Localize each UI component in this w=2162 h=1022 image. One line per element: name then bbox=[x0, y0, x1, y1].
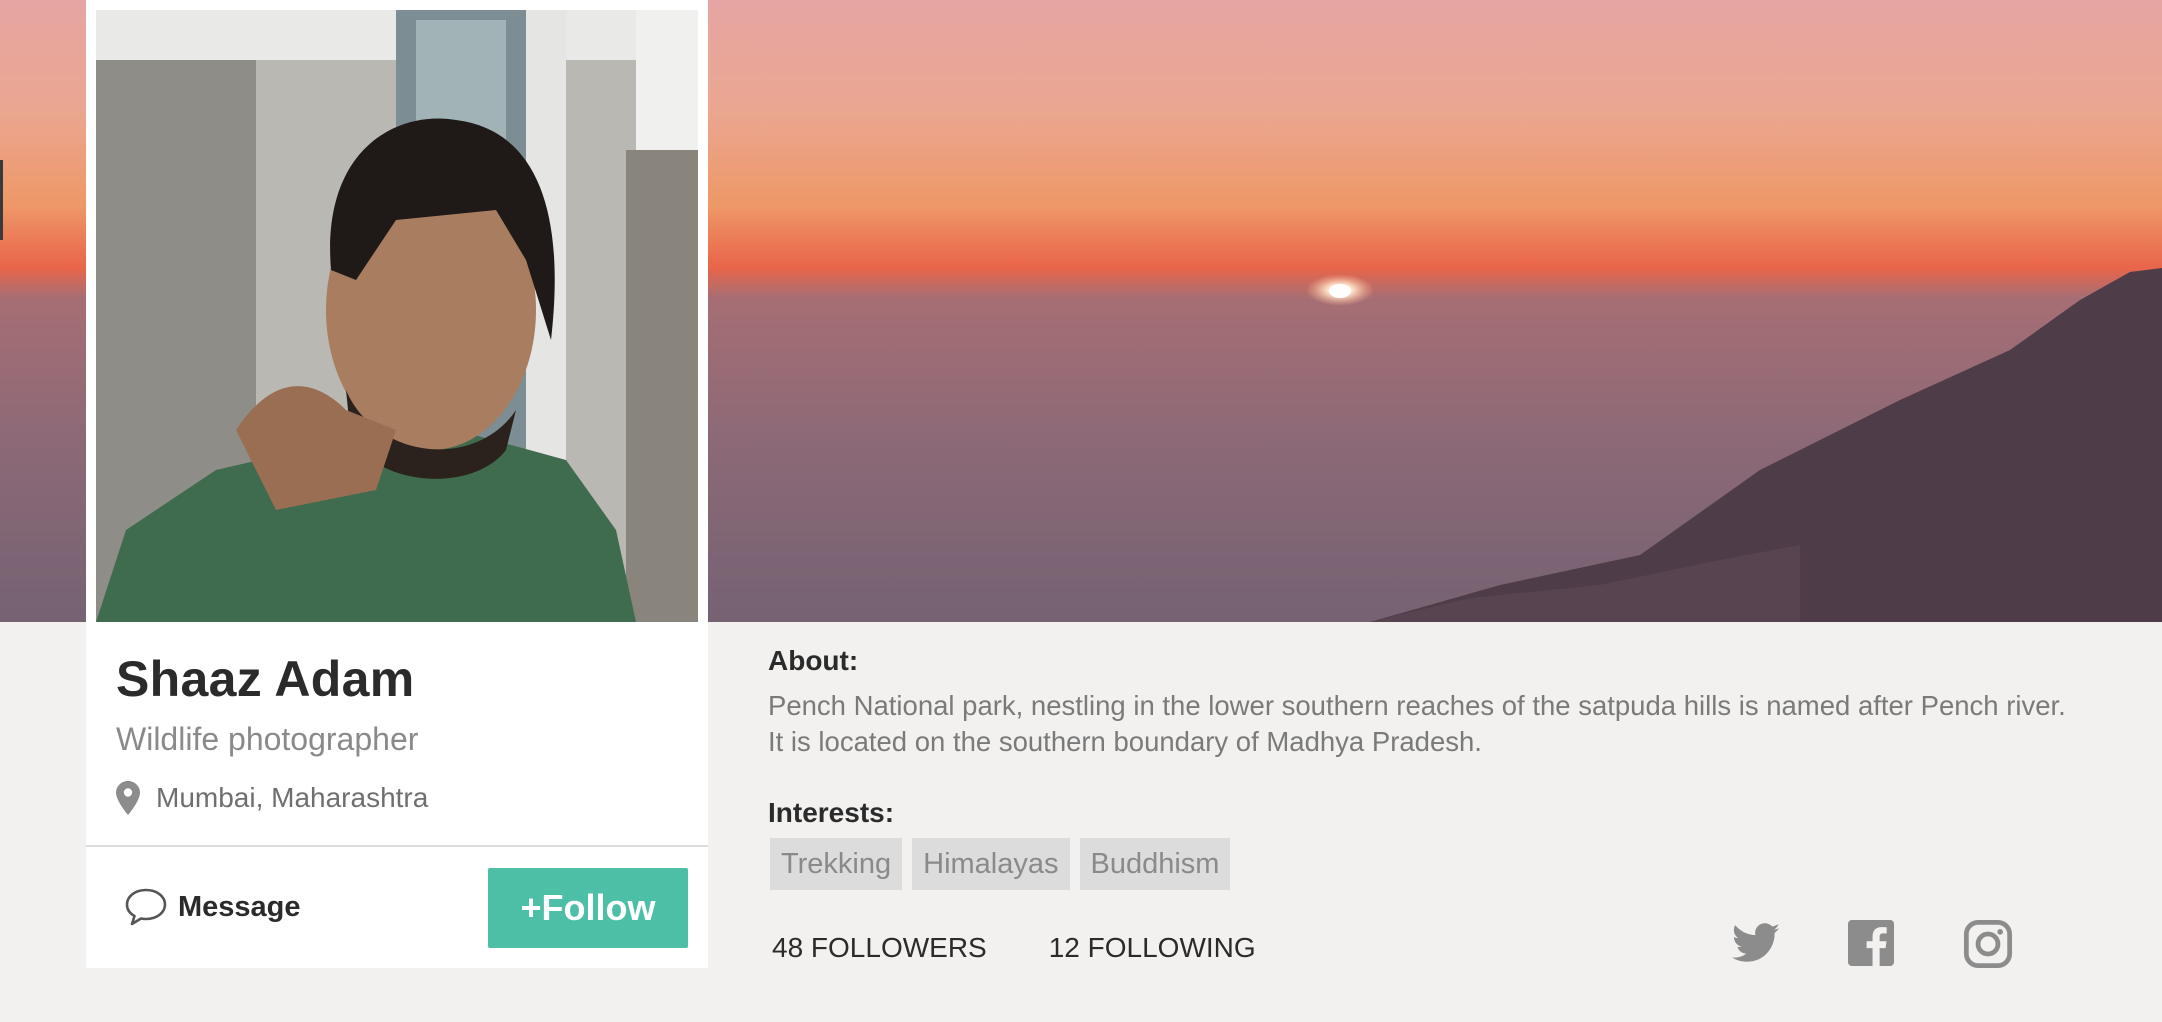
interest-tag-buddhism[interactable]: Buddhism bbox=[1079, 838, 1231, 890]
profile-stats: 48 FOLLOWERS 12 FOLLOWING bbox=[772, 932, 1318, 964]
location-text: Mumbai, Maharashtra bbox=[156, 782, 429, 813]
card-divider bbox=[86, 845, 708, 847]
facebook-icon[interactable] bbox=[1848, 920, 1894, 966]
instagram-icon[interactable] bbox=[1962, 918, 2014, 970]
interests-heading: Interests: bbox=[768, 797, 895, 828]
profile-location: Mumbai, Maharashtra bbox=[116, 778, 428, 818]
followers-count[interactable]: 48 FOLLOWERS bbox=[772, 932, 987, 964]
twitter-icon[interactable] bbox=[1730, 918, 1782, 970]
follow-button[interactable]: +Follow bbox=[488, 868, 688, 948]
profile-photo bbox=[96, 10, 698, 622]
profile-card: Shaaz Adam Wildlife photographer Mumbai,… bbox=[86, 0, 708, 968]
location-pin-icon bbox=[116, 781, 140, 815]
profile-name: Shaaz Adam bbox=[116, 651, 415, 707]
interests-list: Trekking Himalayas Buddhism bbox=[770, 838, 1231, 890]
interest-tag-trekking[interactable]: Trekking bbox=[770, 838, 903, 890]
message-button[interactable]: Message bbox=[124, 882, 301, 932]
following-count[interactable]: 12 FOLLOWING bbox=[1049, 932, 1256, 964]
interest-tag-himalayas[interactable]: Himalayas bbox=[912, 838, 1070, 890]
profile-occupation: Wildlife photographer bbox=[116, 721, 419, 757]
speech-bubble-icon bbox=[125, 888, 167, 926]
about-text: Pench National park, nestling in the low… bbox=[768, 690, 2066, 757]
about-heading: About: bbox=[768, 645, 859, 676]
message-label: Message bbox=[178, 890, 301, 923]
